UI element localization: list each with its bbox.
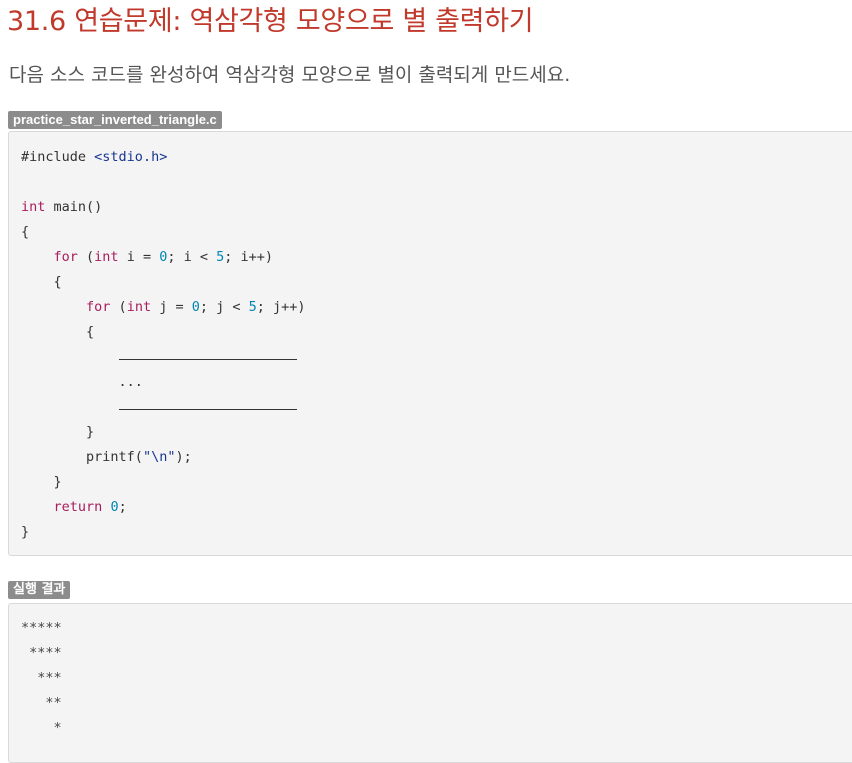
fill-in-blank-2: [118, 395, 297, 410]
output-line: *: [21, 720, 62, 736]
code-line-printf: printf("\n");: [86, 449, 192, 465]
page-title: 31.6 연습문제: 역삼각형 모양으로 별 출력하기: [7, 6, 534, 37]
code-line-close-brace: }: [21, 524, 30, 540]
source-code: #include <stdio.h> int main() { for (int i…: [9, 132, 852, 545]
code-line-include: #include <stdio.h>: [21, 149, 168, 165]
output-line: ****: [21, 645, 62, 661]
code-block: #include <stdio.h> int main() { for (int i…: [8, 131, 852, 556]
code-line-main: int main(): [21, 199, 103, 215]
result-label: 실행 결과: [8, 581, 71, 599]
output-line: **: [21, 695, 62, 711]
output-block: ***** **** *** ** *: [8, 603, 852, 763]
problem-description: 다음 소스 코드를 완성하여 역삼각형 모양으로 별이 출력되게 만드세요.: [9, 64, 571, 86]
code-line-ellipsis: ...: [118, 374, 143, 390]
output-line: ***: [21, 670, 62, 686]
page: 31.6 연습문제: 역삼각형 모양으로 별 출력하기 다음 소스 코드를 완성…: [0, 0, 852, 763]
code-line-open-brace: {: [21, 224, 30, 240]
code-line-inner-open: {: [86, 324, 95, 340]
code-line-blank-1: [21, 345, 852, 370]
code-line-inner-close: }: [86, 424, 95, 440]
code-line-outer-open: {: [53, 274, 62, 290]
program-output: ***** **** *** ** *: [9, 604, 852, 741]
code-line-return: return 0;: [53, 499, 127, 515]
code-line-outer-close: }: [53, 474, 62, 490]
code-line-blank-2: [21, 395, 852, 420]
code-filename-label: practice_star_inverted_triangle.c: [8, 111, 222, 129]
fill-in-blank-1: [118, 345, 297, 360]
code-line-inner-for: for (int j = 0; j < 5; j++): [86, 299, 306, 315]
code-line-outer-for: for (int i = 0; i < 5; i++): [53, 249, 274, 265]
output-line: *****: [21, 620, 62, 636]
